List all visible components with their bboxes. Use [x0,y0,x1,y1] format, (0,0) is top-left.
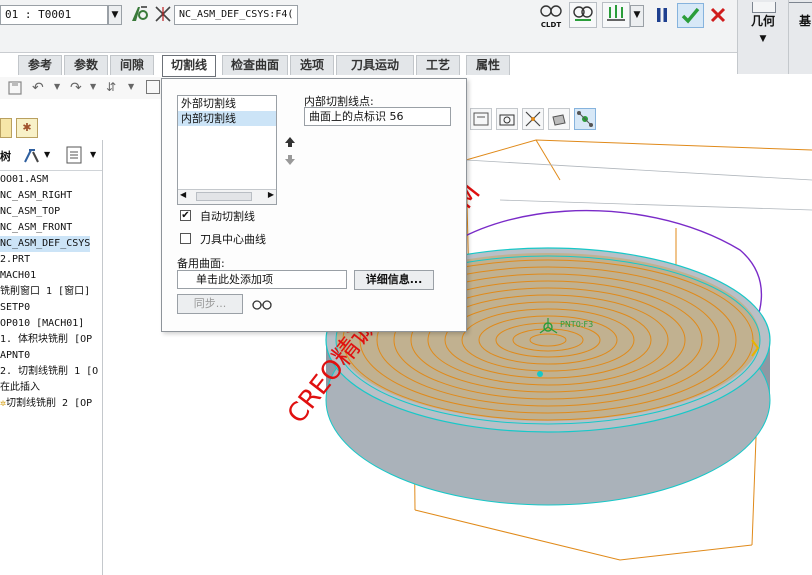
tree-item-apnt[interactable]: APNT0 [0,348,30,364]
cldt-button[interactable]: CLDT [538,4,564,30]
tree-item-def-csys[interactable]: NC_ASM_DEF_CSYS [0,236,91,252]
show-dropdown-icon[interactable]: ▼ [90,150,96,159]
confirm-button[interactable] [677,3,704,28]
base-label: 基 [799,14,812,28]
tab-cut-lines[interactable]: 切割线 [162,55,216,77]
verify-button[interactable] [602,2,630,28]
window-icon[interactable] [146,80,160,94]
backup-surface-label: 备用曲面: [177,257,225,270]
tree-item-setp[interactable]: SETP0 [0,300,30,316]
point-label: PNT0:F3 [560,320,593,329]
tree-item-right-plane[interactable]: NC_ASM_RIGHT [0,188,72,204]
tab-references[interactable]: 参考 [18,55,62,75]
base-panel[interactable]: 基 [788,0,812,74]
scroll-left-icon[interactable]: ◀ [180,190,186,199]
tab-parameters[interactable]: 参数 [64,55,108,75]
tree-item-operation[interactable]: OP010 [MACH01] [0,316,84,332]
view-named-icon[interactable] [470,108,492,130]
inner-cut-point-field[interactable]: 曲面上的点标识 56 [304,107,451,126]
details-button[interactable]: 详细信息... [354,270,434,290]
tab-options[interactable]: 选项 [290,55,334,75]
undo-dropdown-icon[interactable]: ▼ [54,82,60,91]
cancel-button[interactable] [708,5,728,25]
verify-dropdown-button[interactable]: ▼ [630,5,644,27]
spin-center-icon[interactable] [574,108,596,130]
graphics-toolbar [470,108,610,132]
display-style-icon[interactable] [548,108,570,130]
cldt-label: CLDT [540,21,562,29]
auto-cutline-checkbox[interactable]: ✔ [180,210,191,221]
tool-settings-icon[interactable] [128,3,150,25]
quick-access-toolbar: ↶ ▼ ↷ ▼ ⇵ ▼ [0,77,162,99]
preview-button[interactable] [569,2,597,28]
navigator-tabs: ✱ [0,116,42,140]
tool-center-curve-checkbox[interactable] [180,233,191,244]
tab-process[interactable]: 工艺 [416,55,460,75]
tab-check-surfaces[interactable]: 检查曲面 [222,55,288,75]
tree-item-cutline-milling-2[interactable]: ✲切割线铣削 2 [OP [0,396,92,412]
backup-surface-collector[interactable]: 单击此处添加项 [177,270,347,289]
tree-settings-dropdown-icon[interactable]: ▼ [44,150,50,159]
tree-item-volume-milling[interactable]: 1. 体积块铣削 [OP [0,332,92,348]
csys-reference-icon[interactable] [154,5,172,23]
undo-icon[interactable]: ↶ [32,80,48,96]
cut-lines-panel: 外部切割线 内部切割线 ◀ ▶ 内部切割线点: 曲面上的点标识 56 ✔ 自动切… [161,78,467,332]
regenerate-dropdown-icon[interactable]: ▼ [128,82,134,91]
tree-header-label: 树 [0,150,11,163]
reference-edges [465,159,812,211]
scroll-right-icon[interactable]: ▶ [268,190,274,199]
pause-button[interactable] [652,5,672,25]
show-list-icon[interactable] [66,146,82,164]
cut-line-list-item-inner[interactable]: 内部切割线 [178,111,276,126]
geometry-panel[interactable]: 几何 ▼ [737,0,788,74]
move-up-button[interactable] [283,135,297,149]
saved-views-icon[interactable] [496,108,518,130]
tree-item-front-plane[interactable]: NC_ASM_FRONT [0,220,72,236]
model-tree: 树 ▼ ▼ OO01.ASM NC_ASM_RIGHT NC_ASM_TOP N… [0,140,103,575]
tree-item-prt[interactable]: 2.PRT [0,252,30,268]
tree-item-asm[interactable]: OO01.ASM [0,172,48,188]
save-icon[interactable] [8,81,22,95]
auto-cutline-label: 自动切割线 [200,210,255,223]
sync-button[interactable]: 同步... [177,294,243,314]
datum-display-icon[interactable] [522,108,544,130]
geometry-label: 几何 [750,14,775,28]
list-horizontal-scrollbar[interactable]: ◀ ▶ [178,189,276,204]
move-down-button[interactable] [283,153,297,167]
cut-line-list-item-outer[interactable]: 外部切割线 [178,96,276,111]
chevron-down-icon: ▼ [759,34,767,44]
tool-field[interactable]: 01 : T0001 [0,5,108,25]
tree-settings-icon[interactable] [22,146,42,164]
regenerate-icon[interactable]: ⇵ [106,80,122,96]
tree-item-mill-window[interactable]: 铣削窗口 1 [窗口] [0,284,90,300]
tool-dropdown-button[interactable]: ▼ [108,5,122,25]
tab-tool-motions[interactable]: 刀具运动 [336,55,414,75]
tab-properties[interactable]: 属性 [466,55,510,75]
tree-item-cutline-milling-1[interactable]: 2. 切割线铣削 1 [O [0,364,98,380]
redo-dropdown-icon[interactable]: ▼ [90,82,96,91]
tree-item-machine[interactable]: MACH01 [0,268,36,284]
tree-item-top-plane[interactable]: NC_ASM_TOP [0,204,60,220]
preview-glasses-icon[interactable] [251,297,273,311]
tab-clearance[interactable]: 间隙 [110,55,154,75]
dashboard: 01 : T0001 ▼ NC_ASM_DEF_CSYS:F4( CLDT ▼ [0,0,812,74]
csys-field[interactable]: NC_ASM_DEF_CSYS:F4( [174,5,298,25]
redo-icon[interactable]: ↷ [70,80,86,96]
scroll-thumb[interactable] [196,192,252,201]
tool-center-curve-label: 刀具中心曲线 [200,233,266,246]
tree-item-insert-here[interactable]: 在此插入 [0,380,40,396]
favorites-tab-icon[interactable]: ✱ [16,118,38,138]
tree-header: 树 ▼ ▼ [0,146,102,166]
tree-divider [0,170,102,171]
cut-line-list[interactable]: 外部切割线 内部切割线 ◀ ▶ [177,95,277,205]
tree-item-cutline-milling-2-label: 切割线铣削 2 [OP [6,398,93,409]
folder-tab-icon[interactable] [0,118,12,138]
